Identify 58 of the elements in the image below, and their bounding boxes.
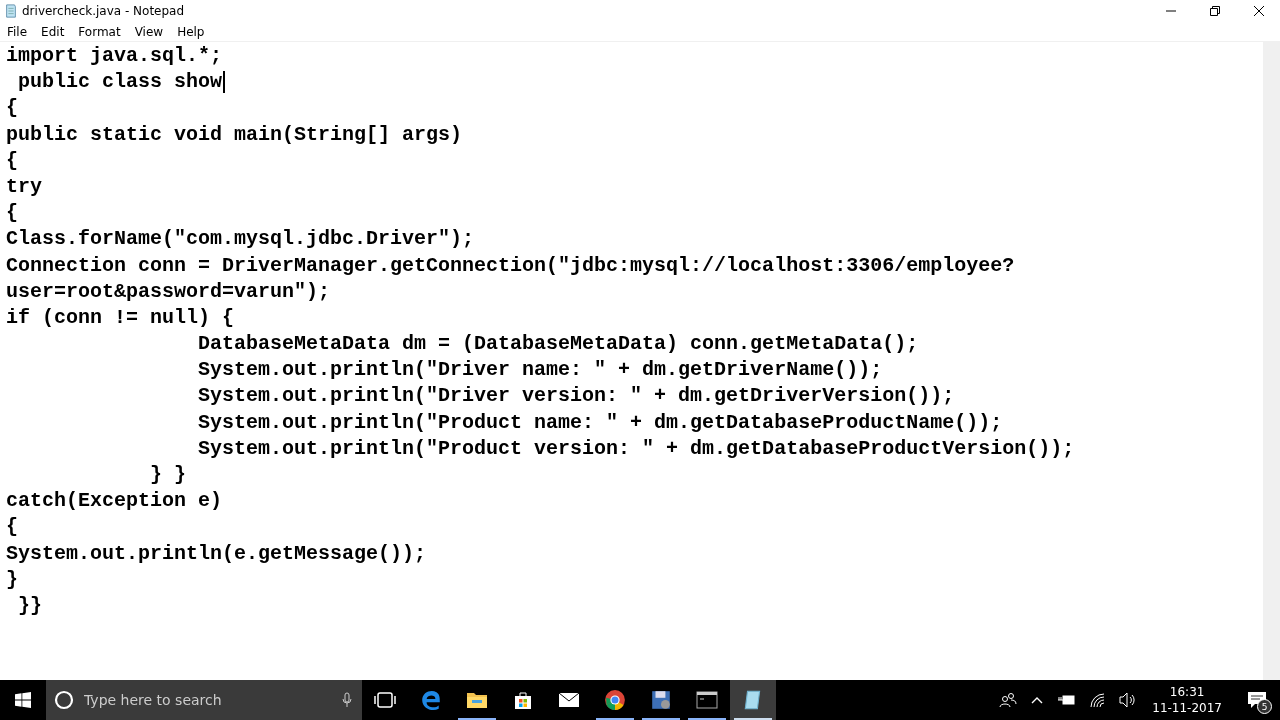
code-line: try — [6, 173, 42, 200]
wifi-icon[interactable] — [1089, 692, 1106, 708]
clock-date[interactable]: 11-11-2017 — [1152, 700, 1222, 716]
menu-item[interactable]: Help — [170, 24, 212, 39]
code-line: user=root&password=varun"); — [6, 278, 331, 305]
code-line: System.out.println("Product name: " + dm.getDatabaseProductName()); — [197, 409, 1003, 436]
menu-item[interactable]: Edit — [34, 24, 72, 39]
code-line: DatabaseMetaData dm = (DatabaseMetaData) conn.getMetaData(); — [197, 331, 919, 358]
cortana-icon — [54, 690, 74, 710]
code-line: } } — [149, 462, 187, 488]
notification-count: 5 — [1257, 699, 1272, 714]
code-line: }} — [17, 592, 42, 619]
code-line: System.out.println("Product version: " + dm.getDatabaseProductVersion()); — [197, 435, 1075, 462]
e-logo-icon — [420, 689, 442, 711]
folder-icon — [466, 691, 488, 709]
windows-logo-icon — [15, 692, 31, 708]
window-title: drivercheck.java - Notepad — [22, 4, 185, 18]
code-line: if (conn != null) { — [6, 304, 235, 331]
code-line: System.out.println(e.getMessage()); — [6, 540, 427, 567]
notepad-icon — [4, 4, 18, 18]
scrollbar[interactable] — [1263, 42, 1280, 680]
running-indicator — [688, 718, 726, 720]
running-indicator — [596, 718, 634, 720]
code-line: System.out.println("Driver version: " + dm.getDriverVersion()); — [197, 383, 955, 410]
search-field[interactable]: Type here to search — [82, 691, 334, 709]
battery-icon[interactable] — [1057, 694, 1076, 706]
terminal-window-icon — [696, 691, 718, 709]
clock-time[interactable]: 16:31 — [1169, 684, 1205, 700]
code-line: System.out.println("Driver name: " + dm.getDriverName()); — [197, 357, 883, 384]
circle-logo-icon — [604, 689, 626, 711]
volume-icon[interactable] — [1119, 692, 1138, 708]
code-line: public static void main(String[] args) — [6, 121, 463, 148]
menu-item[interactable]: View — [127, 24, 171, 39]
envelope-icon — [558, 692, 580, 708]
code-line: { — [6, 200, 18, 227]
code-line: { — [6, 95, 18, 122]
code-line: Connection conn = DriverManager.getConnection("jdbc:mysql://localhost:3306/employee? — [6, 252, 1015, 279]
code-line: { — [6, 147, 18, 174]
running-indicator — [458, 718, 496, 720]
menu-item[interactable]: File — [0, 24, 35, 39]
close-icon — [1253, 6, 1264, 16]
chevron-up-icon[interactable] — [1031, 696, 1044, 704]
running-indicator — [642, 718, 680, 720]
people-icon[interactable] — [999, 692, 1018, 708]
code-line: catch(Exception e) — [6, 488, 223, 515]
notepad-taskbar-button[interactable] — [730, 680, 776, 720]
search-bar[interactable]: Type here to search — [46, 680, 362, 720]
code-line: } — [6, 566, 18, 593]
task-view-icon — [374, 691, 396, 709]
menu-item[interactable]: Format — [71, 24, 128, 39]
code-line: { — [6, 514, 18, 541]
code-line: Class.forName("com.mysql.jdbc.Driver"); — [6, 226, 475, 253]
shopping-bag-icon — [513, 690, 533, 710]
code-line: public class show — [17, 69, 223, 96]
restore-icon — [1209, 6, 1220, 16]
running-indicator — [734, 718, 772, 720]
microphone-icon[interactable] — [342, 692, 352, 708]
code-line: import java.sql.*; — [6, 43, 223, 69]
